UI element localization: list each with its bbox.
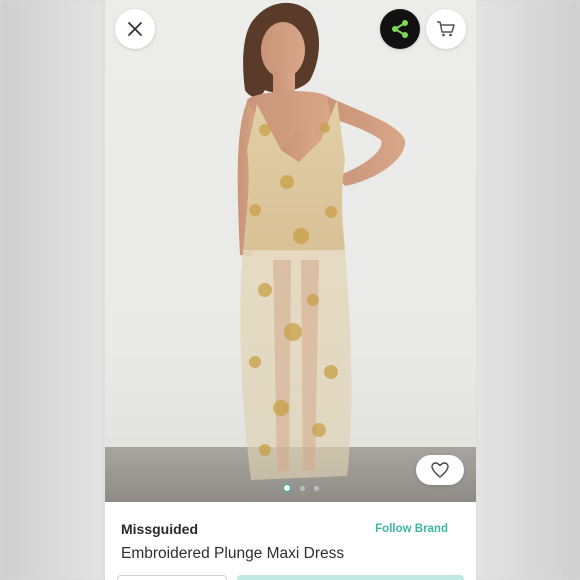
brand-name[interactable]: Missguided <box>121 521 198 537</box>
carousel-pagination <box>283 484 319 492</box>
product-title: Embroidered Plunge Maxi Dress <box>121 545 345 562</box>
cart-button[interactable] <box>426 9 466 49</box>
cart-icon <box>437 21 455 37</box>
backdrop-right <box>475 0 580 580</box>
backdrop-left <box>0 0 105 580</box>
primary-action-button[interactable] <box>237 575 464 580</box>
product-photo <box>237 2 406 480</box>
like-button[interactable] <box>416 455 464 485</box>
bottom-action-bar <box>117 575 464 580</box>
product-screen: Missguided Follow Brand Embroidered Plun… <box>105 0 476 580</box>
pagination-dot-active[interactable] <box>283 484 291 492</box>
follow-brand-button[interactable]: Follow Brand <box>375 523 448 535</box>
share-button[interactable] <box>380 9 420 49</box>
pagination-dot[interactable] <box>300 485 305 491</box>
share-icon <box>392 20 408 38</box>
product-info: Missguided Follow Brand Embroidered Plun… <box>105 502 476 580</box>
heart-icon <box>431 462 449 478</box>
close-icon <box>128 22 142 36</box>
product-image-carousel[interactable] <box>105 0 476 502</box>
close-button[interactable] <box>115 9 155 49</box>
pagination-dot[interactable] <box>314 485 319 491</box>
secondary-action-button[interactable] <box>117 575 227 580</box>
